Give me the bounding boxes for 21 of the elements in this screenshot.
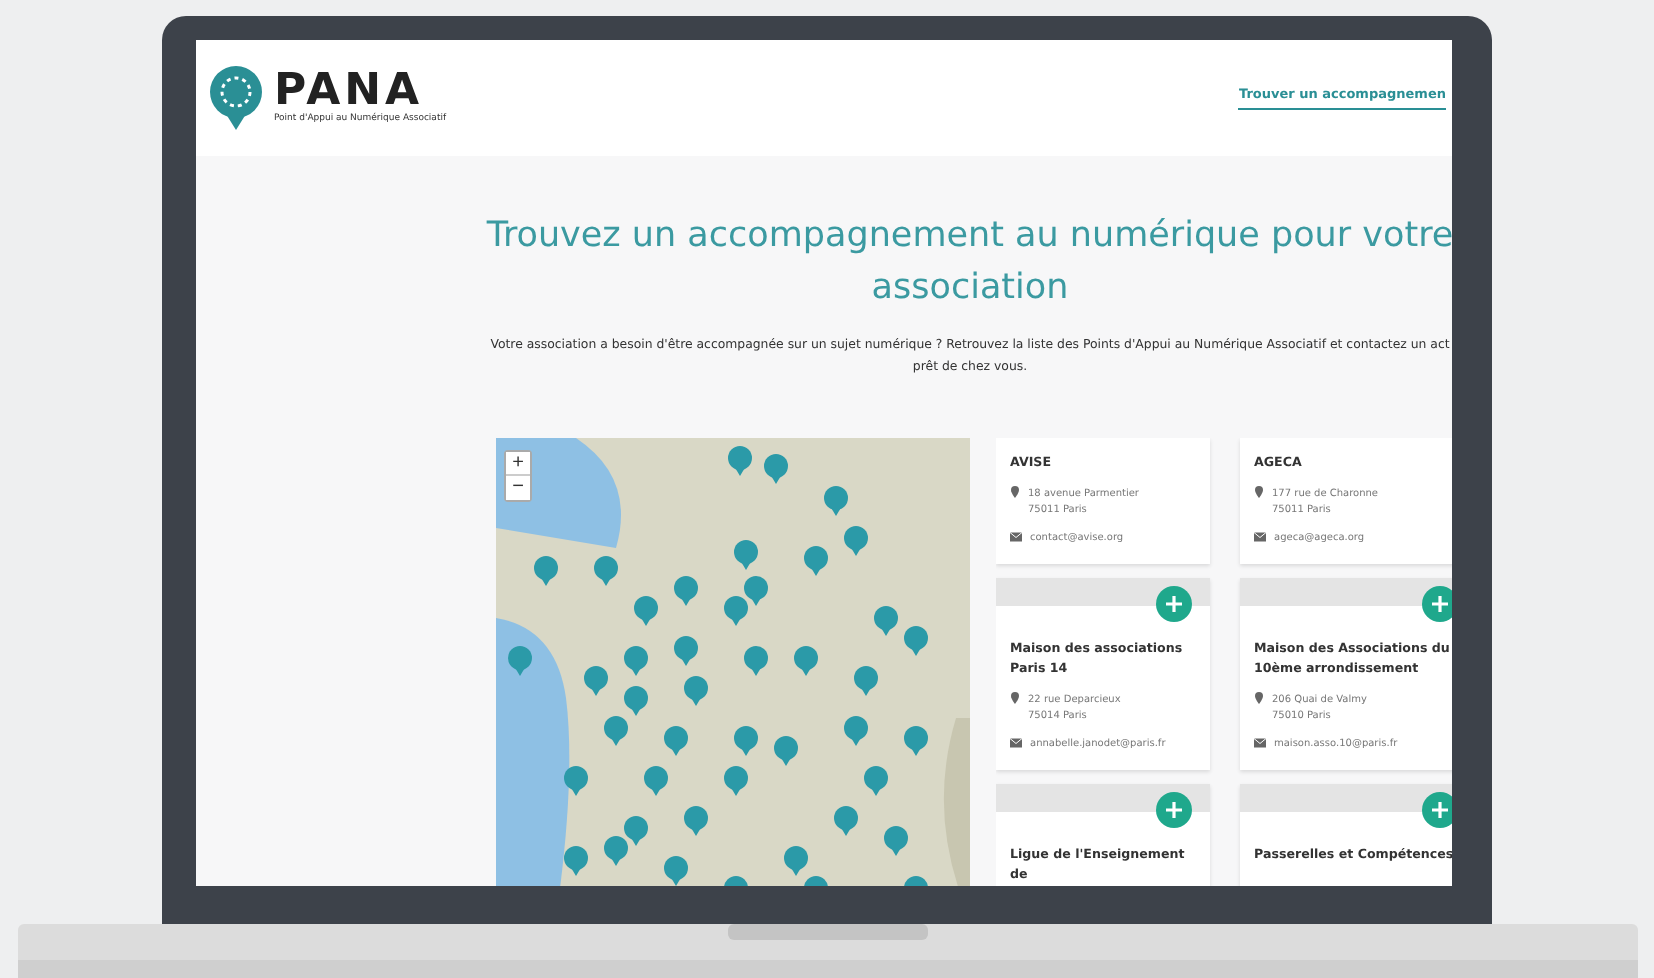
logo-icon: [208, 66, 264, 130]
plus-icon: [1432, 802, 1448, 818]
add-button[interactable]: [1156, 792, 1192, 828]
plus-icon: [1166, 802, 1182, 818]
envelope-icon: [1254, 738, 1266, 748]
add-button[interactable]: [1422, 792, 1452, 828]
zoom-out-button[interactable]: −: [506, 476, 530, 500]
map-pin-icon: [1010, 692, 1020, 704]
envelope-icon: [1010, 738, 1022, 748]
zoom-in-button[interactable]: +: [506, 452, 530, 476]
plus-icon: [1432, 596, 1448, 612]
map-pin-icon: [1254, 486, 1264, 498]
add-button[interactable]: [1422, 586, 1452, 622]
logo-name: PANA: [274, 70, 424, 114]
add-button[interactable]: [1156, 586, 1192, 622]
page-title: Trouvez un accompagnement au numérique pour votre association: [484, 214, 1452, 312]
envelope-icon: [1010, 532, 1022, 542]
envelope-icon: [1254, 532, 1266, 542]
map-pin-icon: [1010, 486, 1020, 498]
map-pin-icon: [1254, 692, 1264, 704]
plus-icon: [1166, 596, 1182, 612]
